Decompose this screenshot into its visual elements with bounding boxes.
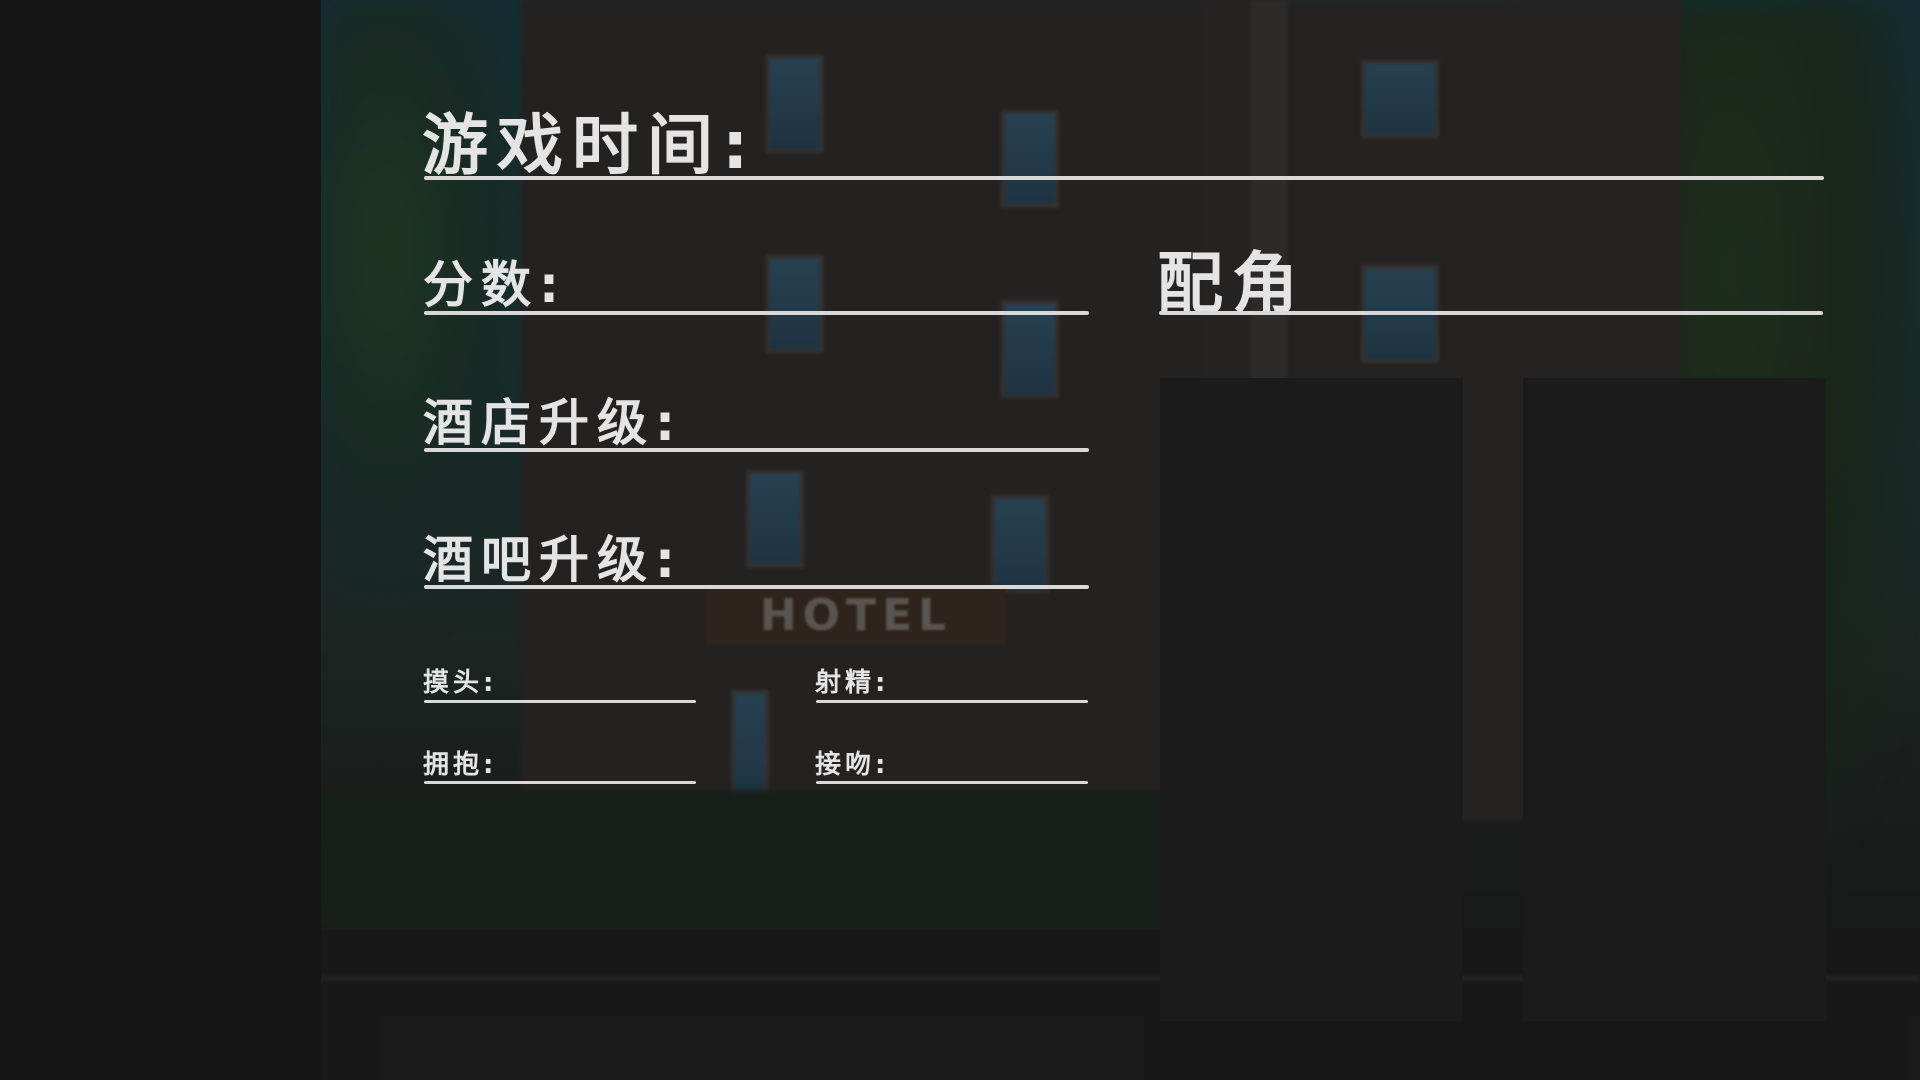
kiss-underline <box>816 781 1088 784</box>
side-character-slot-2[interactable] <box>1523 378 1826 1021</box>
ejaculate-label: 射精: <box>815 668 890 698</box>
left-side-panel <box>0 0 321 1080</box>
hug-label: 拥抱: <box>423 750 498 780</box>
score-underline <box>424 311 1089 315</box>
side-character-slot-1[interactable] <box>1160 378 1463 1021</box>
touch-head-label: 摸头: <box>423 668 498 698</box>
touch-head-underline <box>424 700 696 703</box>
hotel-upgrade-label: 酒店升级: <box>423 394 683 452</box>
stats-screen: HOTEL 游戏时间: 分数: 酒店升级: 酒吧升级: 摸头: 射精: 拥抱: … <box>0 0 1920 1080</box>
score-label: 分数: <box>423 256 567 314</box>
play-time-underline <box>424 176 1824 180</box>
kiss-label: 接吻: <box>815 750 890 780</box>
ejaculate-underline <box>816 700 1088 703</box>
side-characters-underline <box>1159 311 1823 315</box>
hotel-upgrade-underline <box>424 448 1089 452</box>
bar-upgrade-label: 酒吧升级: <box>423 531 683 589</box>
play-time-label: 游戏时间: <box>422 107 758 184</box>
bar-upgrade-underline <box>424 585 1089 589</box>
hug-underline <box>424 781 696 784</box>
